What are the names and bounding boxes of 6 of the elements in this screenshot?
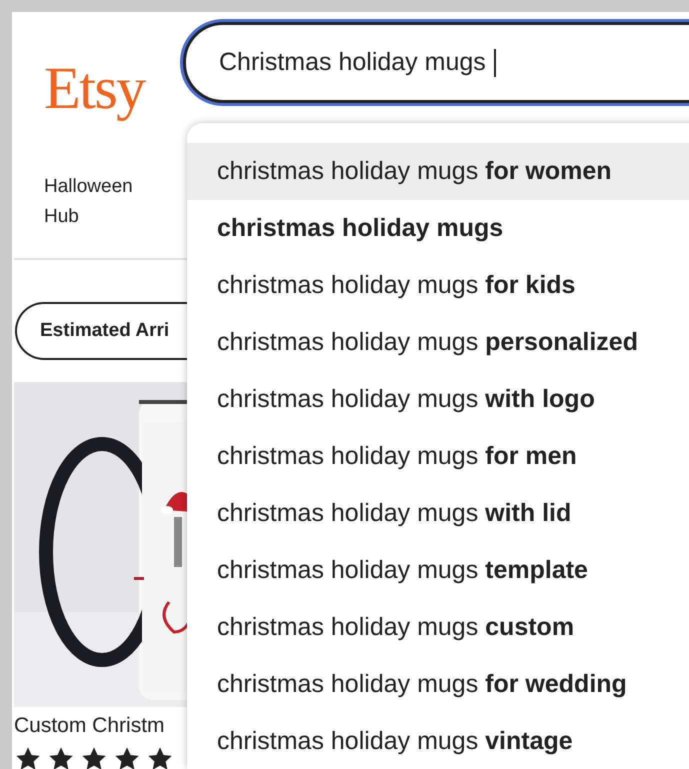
nav-link[interactable]: Halloween Hub — [44, 172, 164, 232]
suggestion-item[interactable]: christmas holiday mugs vintage — [187, 713, 689, 769]
search-value: Christmas holiday mugs — [219, 46, 486, 78]
search-field[interactable]: Christmas holiday mugs — [183, 22, 689, 103]
suggestion-item[interactable]: christmas holiday mugs for women — [187, 143, 689, 200]
text-cursor — [494, 48, 496, 76]
